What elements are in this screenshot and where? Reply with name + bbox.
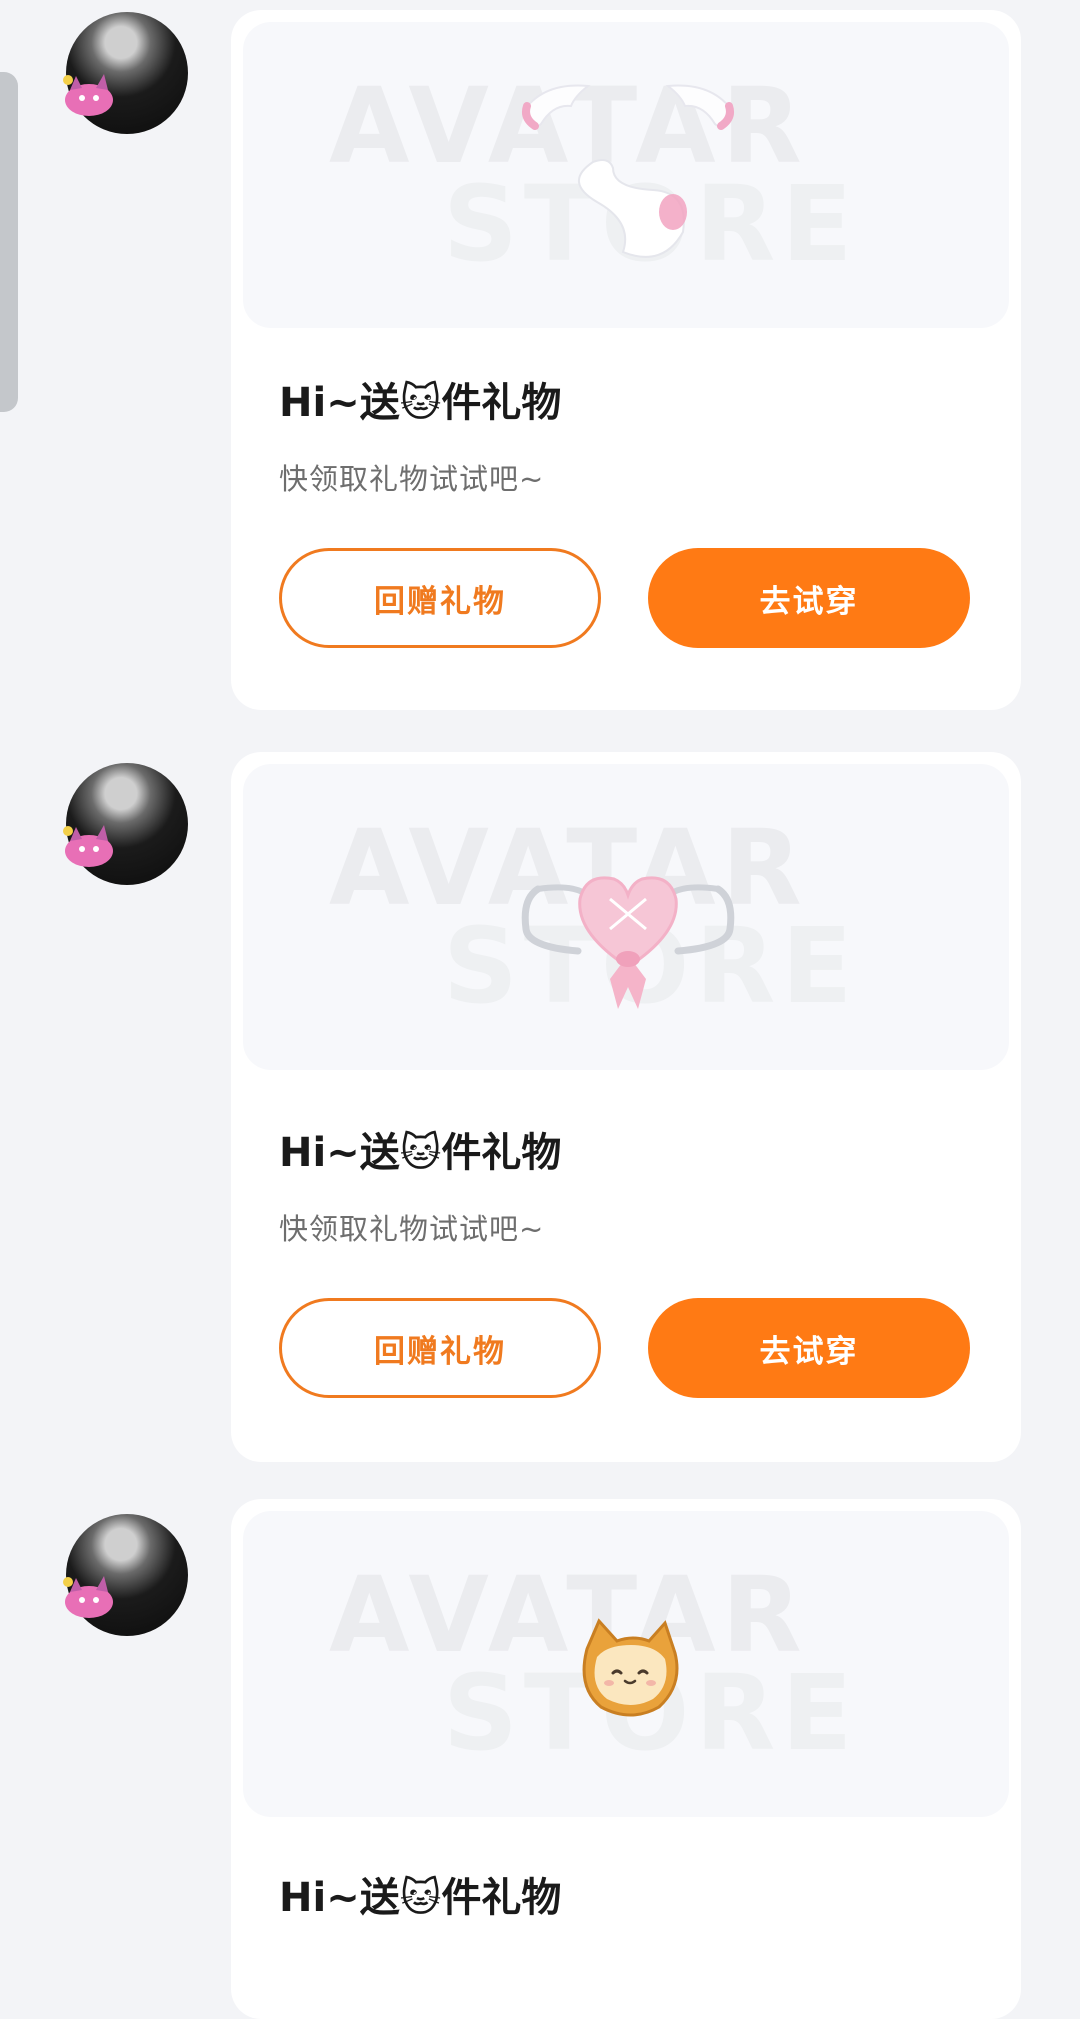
gift-card: AVATAR STORE Hi~送🐱件礼物 快领取礼物试试吧~ 回赠礼物 去试穿 [231, 10, 1021, 710]
gift-title: Hi~送🐱件礼物 [279, 1130, 562, 1176]
gift-title: Hi~送🐱件礼物 [279, 1875, 562, 1921]
gift-preview[interactable]: AVATAR STORE [243, 22, 1009, 328]
return-gift-button[interactable]: 回赠礼物 [279, 1298, 601, 1398]
gift-title: Hi~送🐱件礼物 [279, 380, 562, 426]
scrollbar-handle[interactable] [0, 72, 18, 412]
gift-subtitle: 快领取礼物试试吧~ [279, 1212, 545, 1246]
try-on-button[interactable]: 去试穿 [648, 548, 970, 648]
angel-wings-and-tail-icon [521, 84, 735, 258]
avatar[interactable] [63, 1514, 188, 1636]
gift-card: AVATAR STORE Hi~送🐱件礼物 快领取礼物试试吧~ 回赠礼物 去试穿 [231, 752, 1021, 1462]
gift-preview[interactable]: AVATAR STORE [243, 764, 1009, 1070]
avatar[interactable] [63, 12, 188, 134]
gift-subtitle: 快领取礼物试试吧~ [279, 462, 545, 496]
avatar[interactable] [63, 763, 188, 885]
gift-card: AVATAR STORE Hi~送🐱件礼物 [231, 1499, 1021, 2019]
gift-preview[interactable]: AVATAR STORE [243, 1511, 1009, 1817]
cat-bread-icon [582, 1618, 679, 1717]
cat-sticker-icon [63, 74, 113, 116]
heart-bow-mask-icon [521, 876, 735, 1009]
cat-sticker-icon [63, 1576, 113, 1618]
cat-sticker-icon [63, 825, 113, 867]
return-gift-button[interactable]: 回赠礼物 [279, 548, 601, 648]
try-on-button[interactable]: 去试穿 [648, 1298, 970, 1398]
